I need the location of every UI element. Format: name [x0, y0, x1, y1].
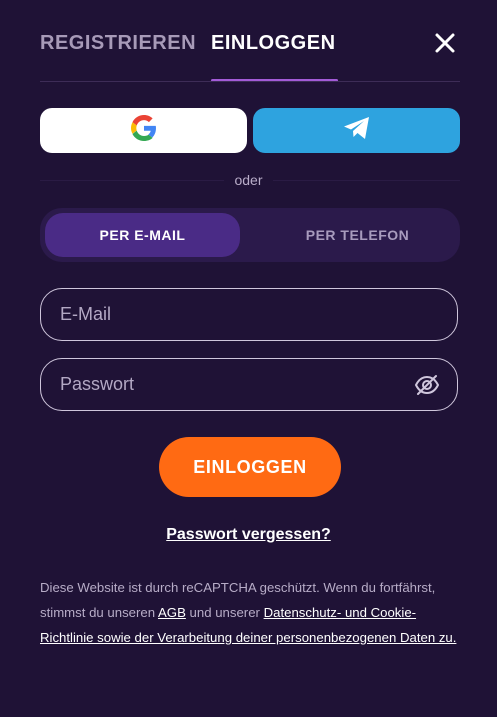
login-method-toggle: PER E-MAIL PER TELEFON — [40, 208, 460, 262]
method-email-option[interactable]: PER E-MAIL — [45, 213, 240, 257]
method-phone-option[interactable]: PER TELEFON — [260, 213, 455, 257]
tabs-divider — [40, 81, 460, 82]
password-input[interactable] — [60, 359, 400, 410]
telegram-icon — [342, 115, 372, 146]
close-icon[interactable] — [431, 29, 459, 57]
agb-link[interactable]: AGB — [158, 605, 186, 620]
login-modal: REGISTRIEREN EINLOGGEN oder PER E-MAIL P… — [0, 0, 497, 717]
google-login-button[interactable] — [40, 108, 247, 153]
email-input[interactable] — [60, 289, 400, 340]
forgot-password-link[interactable]: Passwort vergessen? — [0, 526, 497, 544]
auth-tabs: REGISTRIEREN EINLOGGEN — [40, 28, 460, 82]
google-icon — [130, 115, 157, 146]
legal-notice: Diese Website ist durch reCAPTCHA geschü… — [40, 575, 460, 650]
email-field-wrapper — [40, 288, 458, 341]
or-divider-label: oder — [0, 172, 497, 188]
password-field-wrapper — [40, 358, 458, 411]
telegram-login-button[interactable] — [253, 108, 460, 153]
eye-off-icon[interactable] — [414, 372, 440, 398]
tab-register[interactable]: REGISTRIEREN — [40, 32, 196, 55]
tab-login[interactable]: EINLOGGEN — [211, 32, 336, 55]
legal-text-2: und unserer — [185, 605, 264, 620]
login-submit-button[interactable]: EINLOGGEN — [159, 437, 341, 497]
